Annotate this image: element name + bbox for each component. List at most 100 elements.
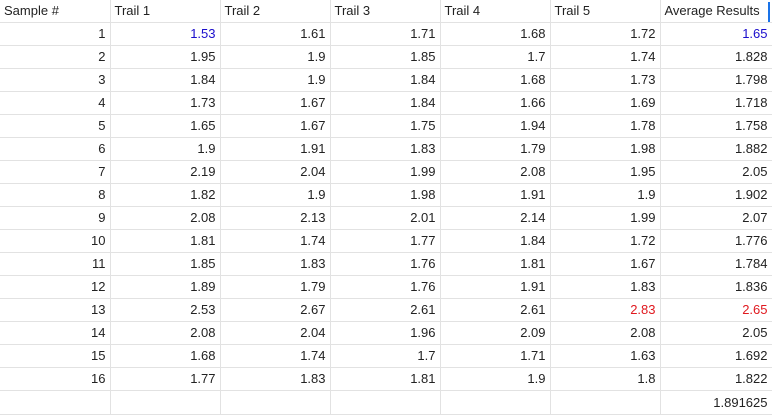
- cell-trail-4[interactable]: 2.61: [440, 298, 551, 322]
- cell-average[interactable]: 1.798: [660, 68, 772, 92]
- cell-trail-3[interactable]: 1.77: [330, 229, 441, 253]
- cell-trail-4[interactable]: 1.9: [440, 367, 551, 391]
- cell-trail-2[interactable]: 1.79: [220, 275, 331, 299]
- cell-trail-1[interactable]: 1.85: [110, 252, 221, 276]
- cell-trail-5[interactable]: 1.95: [550, 160, 661, 184]
- cell-trail-1[interactable]: 1.9: [110, 137, 221, 161]
- cell-trail-1[interactable]: 1.65: [110, 114, 221, 138]
- cell-trail-4[interactable]: 1.68: [440, 22, 551, 46]
- cell-trail-1[interactable]: 1.68: [110, 344, 221, 368]
- cell-trail-4[interactable]: 1.79: [440, 137, 551, 161]
- cell-sample[interactable]: 15: [0, 344, 111, 368]
- cell-sample[interactable]: 12: [0, 275, 111, 299]
- cell-sample[interactable]: 1: [0, 22, 111, 46]
- cell-trail-3[interactable]: 1.75: [330, 114, 441, 138]
- cell-trail-2[interactable]: 1.74: [220, 344, 331, 368]
- cell-trail-3[interactable]: 1.71: [330, 22, 441, 46]
- cell-average[interactable]: 2.65: [660, 298, 772, 322]
- cell-trail-2[interactable]: 1.9: [220, 45, 331, 69]
- cell-trail-5[interactable]: 1.99: [550, 206, 661, 230]
- cell-sample[interactable]: 7: [0, 160, 111, 184]
- cell-empty[interactable]: [330, 390, 441, 415]
- cell-average[interactable]: 1.692: [660, 344, 772, 368]
- cell-trail-2[interactable]: 1.61: [220, 22, 331, 46]
- cell-average[interactable]: 1.836: [660, 275, 772, 299]
- cell-average[interactable]: 2.05: [660, 160, 772, 184]
- cell-trail-3[interactable]: 1.96: [330, 321, 441, 345]
- cell-sample[interactable]: 2: [0, 45, 111, 69]
- cell-trail-3[interactable]: 2.01: [330, 206, 441, 230]
- cell-average[interactable]: 1.902: [660, 183, 772, 207]
- cell-trail-3[interactable]: 1.98: [330, 183, 441, 207]
- cell-trail-4[interactable]: 2.14: [440, 206, 551, 230]
- cell-average[interactable]: 1.776: [660, 229, 772, 253]
- cell-average[interactable]: 1.828: [660, 45, 772, 69]
- cell-trail-3[interactable]: 1.83: [330, 137, 441, 161]
- cell-trail-2[interactable]: 1.74: [220, 229, 331, 253]
- cell-trail-2[interactable]: 1.83: [220, 367, 331, 391]
- cell-trail-3[interactable]: 1.85: [330, 45, 441, 69]
- cell-trail-3[interactable]: 1.84: [330, 68, 441, 92]
- cell-trail-5[interactable]: 1.72: [550, 22, 661, 46]
- cell-sample[interactable]: 9: [0, 206, 111, 230]
- cell-average[interactable]: 2.07: [660, 206, 772, 230]
- cell-sample[interactable]: 5: [0, 114, 111, 138]
- cell-average[interactable]: 2.05: [660, 321, 772, 345]
- cell-trail-1[interactable]: 2.08: [110, 321, 221, 345]
- header-cell-trail-1[interactable]: Trail 1: [110, 0, 221, 23]
- cell-trail-2[interactable]: 1.9: [220, 68, 331, 92]
- header-cell-average-results[interactable]: Average Results: [660, 0, 772, 23]
- cell-trail-4[interactable]: 1.84: [440, 229, 551, 253]
- cell-trail-4[interactable]: 1.94: [440, 114, 551, 138]
- cell-trail-2[interactable]: 1.83: [220, 252, 331, 276]
- cell-trail-5[interactable]: 1.63: [550, 344, 661, 368]
- cell-trail-1[interactable]: 1.73: [110, 91, 221, 115]
- cell-average[interactable]: 1.784: [660, 252, 772, 276]
- cell-trail-4[interactable]: 1.66: [440, 91, 551, 115]
- cell-overall-average[interactable]: 1.891625: [660, 390, 772, 415]
- cell-trail-5[interactable]: 1.69: [550, 91, 661, 115]
- cell-empty[interactable]: [440, 390, 551, 415]
- cell-average[interactable]: 1.882: [660, 137, 772, 161]
- cell-trail-5[interactable]: 1.67: [550, 252, 661, 276]
- cell-trail-4[interactable]: 1.7: [440, 45, 551, 69]
- cell-trail-2[interactable]: 1.67: [220, 91, 331, 115]
- cell-empty[interactable]: [110, 390, 221, 415]
- cell-sample[interactable]: 14: [0, 321, 111, 345]
- cell-trail-5[interactable]: 1.73: [550, 68, 661, 92]
- cell-trail-2[interactable]: 1.67: [220, 114, 331, 138]
- cell-trail-3[interactable]: 1.99: [330, 160, 441, 184]
- cell-sample[interactable]: 16: [0, 367, 111, 391]
- cell-empty[interactable]: [0, 390, 111, 415]
- cell-average[interactable]: 1.758: [660, 114, 772, 138]
- header-cell-trail-5[interactable]: Trail 5: [550, 0, 661, 23]
- cell-trail-1[interactable]: 1.81: [110, 229, 221, 253]
- cell-trail-2[interactable]: 2.04: [220, 160, 331, 184]
- cell-trail-3[interactable]: 1.76: [330, 275, 441, 299]
- cell-trail-3[interactable]: 1.7: [330, 344, 441, 368]
- header-cell-trail-4[interactable]: Trail 4: [440, 0, 551, 23]
- cell-trail-2[interactable]: 2.04: [220, 321, 331, 345]
- cell-sample[interactable]: 11: [0, 252, 111, 276]
- cell-trail-1[interactable]: 1.53: [110, 22, 221, 46]
- cell-trail-1[interactable]: 2.19: [110, 160, 221, 184]
- cell-trail-5[interactable]: 1.72: [550, 229, 661, 253]
- cell-trail-4[interactable]: 2.09: [440, 321, 551, 345]
- cell-trail-2[interactable]: 2.67: [220, 298, 331, 322]
- cell-sample[interactable]: 4: [0, 91, 111, 115]
- cell-sample[interactable]: 13: [0, 298, 111, 322]
- cell-sample[interactable]: 6: [0, 137, 111, 161]
- cell-trail-3[interactable]: 1.84: [330, 91, 441, 115]
- cell-trail-3[interactable]: 2.61: [330, 298, 441, 322]
- cell-trail-5[interactable]: 1.9: [550, 183, 661, 207]
- cell-trail-1[interactable]: 1.77: [110, 367, 221, 391]
- cell-trail-4[interactable]: 1.68: [440, 68, 551, 92]
- cell-trail-1[interactable]: 1.84: [110, 68, 221, 92]
- cell-trail-5[interactable]: 1.78: [550, 114, 661, 138]
- cell-trail-4[interactable]: 1.81: [440, 252, 551, 276]
- cell-trail-3[interactable]: 1.76: [330, 252, 441, 276]
- cell-empty[interactable]: [550, 390, 661, 415]
- cell-sample[interactable]: 3: [0, 68, 111, 92]
- cell-trail-4[interactable]: 1.71: [440, 344, 551, 368]
- cell-trail-2[interactable]: 2.13: [220, 206, 331, 230]
